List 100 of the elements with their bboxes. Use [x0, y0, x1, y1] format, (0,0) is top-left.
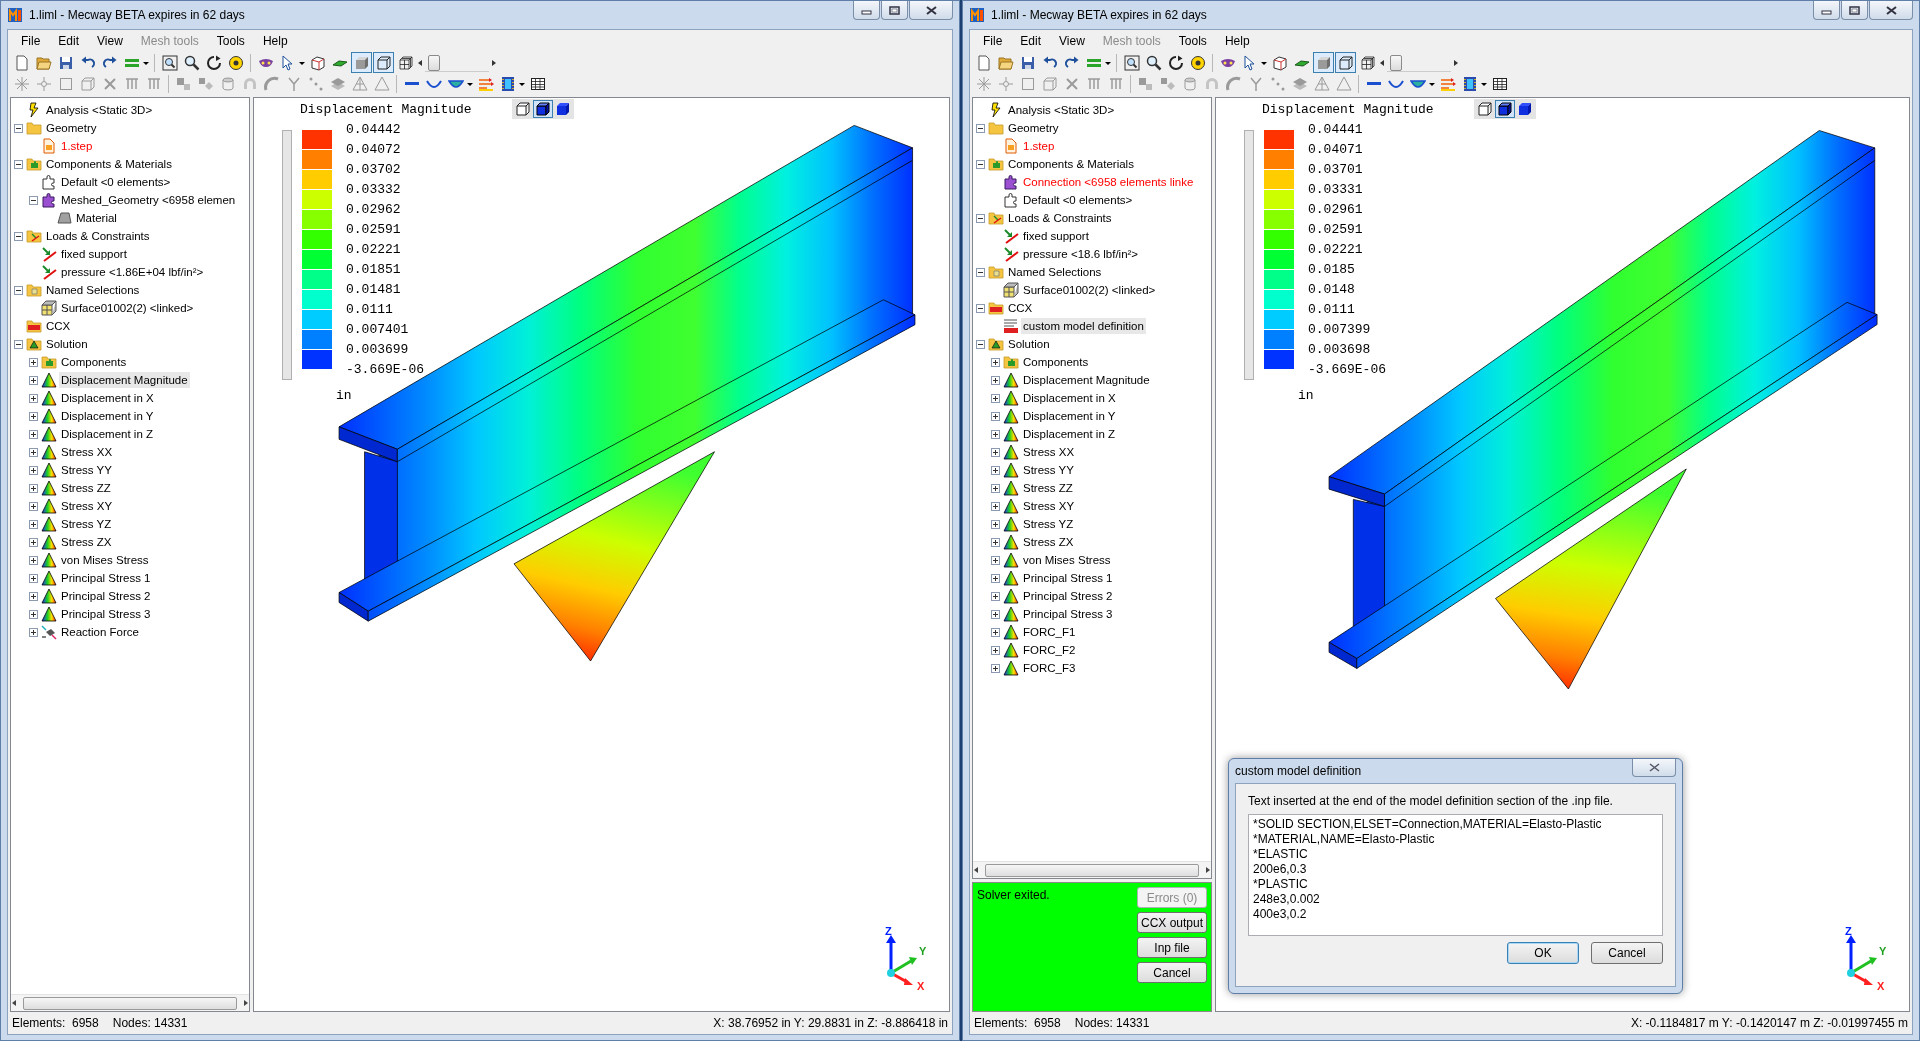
- tree-item[interactable]: Components: [1021, 354, 1091, 370]
- expand-icon[interactable]: [29, 465, 38, 475]
- tree-item[interactable]: fixed support: [59, 246, 129, 262]
- menu-item[interactable]: File: [974, 31, 1012, 51]
- expand-icon[interactable]: [991, 663, 1000, 673]
- expand-icon[interactable]: [991, 573, 1000, 583]
- menu-item[interactable]: Tools: [207, 31, 254, 51]
- expand-icon[interactable]: [991, 375, 1000, 385]
- tree-item[interactable]: Stress YY: [59, 462, 114, 478]
- expand-icon[interactable]: [29, 411, 38, 421]
- tree-item[interactable]: pressure <18.6 lbf/in²>: [1021, 246, 1141, 262]
- view-style-button[interactable]: [1495, 100, 1515, 118]
- expand-icon[interactable]: [991, 609, 1000, 619]
- tree-item[interactable]: FORC_F1: [1021, 624, 1078, 640]
- tree-item[interactable]: Displacement in Z: [1021, 426, 1118, 442]
- tree-item[interactable]: Components: [59, 354, 129, 370]
- tree-item[interactable]: pressure <1.86E+04 lbf/in²>: [59, 264, 206, 280]
- expand-icon[interactable]: [991, 519, 1000, 529]
- mesh-cube-icon[interactable]: [397, 54, 414, 71]
- view-style-button[interactable]: [1475, 100, 1495, 118]
- tree-item[interactable]: FORC_F2: [1021, 642, 1078, 658]
- horizontal-scrollbar[interactable]: [973, 861, 1211, 878]
- collapse-icon[interactable]: [14, 231, 23, 241]
- text-area[interactable]: *SOLID SECTION,ELSET=Connection,MATERIAL=Elasto-Plastic *MATERIAL,NAME=Elasto-Plastic *ELASTIC 200e6,0.3 *PLASTIC 248e3,0.002 400e3,0.2: [1248, 814, 1663, 936]
- tree-item[interactable]: von Mises Stress: [1021, 552, 1113, 568]
- tree-item[interactable]: Principal Stress 2: [1021, 588, 1115, 604]
- tree-item[interactable]: Default <0 elements>: [1021, 192, 1135, 208]
- collapse-icon[interactable]: [14, 339, 23, 349]
- tree-item[interactable]: 1.step: [59, 138, 95, 154]
- wireframe-view-button[interactable]: [1335, 52, 1356, 73]
- tree-item[interactable]: Loads & Constraints: [44, 228, 152, 244]
- menu-item[interactable]: Edit: [49, 31, 89, 51]
- slider-thumb[interactable]: [428, 54, 441, 71]
- tree-item[interactable]: Principal Stress 2: [59, 588, 153, 604]
- slider-thumb[interactable]: [1390, 54, 1403, 71]
- expand-icon[interactable]: [29, 609, 38, 619]
- tree-item[interactable]: CCX: [44, 318, 73, 334]
- menu-item[interactable]: Edit: [1011, 31, 1051, 51]
- expand-icon[interactable]: [29, 519, 38, 529]
- tree-item[interactable]: Solution: [1006, 336, 1052, 352]
- expand-icon[interactable]: [991, 627, 1000, 637]
- expand-icon[interactable]: [991, 357, 1000, 367]
- menu-item[interactable]: Help: [253, 31, 297, 51]
- solver-button[interactable]: Inp file: [1137, 937, 1207, 958]
- expand-icon[interactable]: [29, 483, 38, 493]
- expand-icon[interactable]: [29, 375, 38, 385]
- minimize-button[interactable]: [853, 1, 880, 20]
- collapse-icon[interactable]: [976, 213, 985, 223]
- table-icon[interactable]: [529, 75, 546, 92]
- tree-item[interactable]: Meshed_Geometry <6958 elemen: [59, 192, 238, 208]
- film-icon[interactable]: [499, 75, 516, 92]
- tree-item[interactable]: Stress YZ: [59, 516, 114, 532]
- expand-icon[interactable]: [991, 537, 1000, 547]
- tree-item[interactable]: Surface01002(2) <linked>: [59, 300, 196, 316]
- shaded-view-button[interactable]: [1313, 52, 1334, 73]
- expand-icon[interactable]: [29, 429, 38, 439]
- tree-item[interactable]: Principal Stress 3: [59, 606, 153, 622]
- tree-item[interactable]: Displacement in X: [1021, 390, 1118, 406]
- node-burst-icon[interactable]: [997, 75, 1014, 92]
- expand-icon[interactable]: [29, 627, 38, 637]
- tree-item[interactable]: Named Selections: [1006, 264, 1104, 280]
- horizontal-scrollbar[interactable]: [11, 994, 249, 1011]
- close-button[interactable]: [909, 1, 953, 20]
- tree-item[interactable]: Named Selections: [44, 282, 142, 298]
- dialog-button[interactable]: Cancel: [1591, 942, 1663, 964]
- close-button[interactable]: [1632, 759, 1676, 777]
- dots-icon[interactable]: [1269, 75, 1286, 92]
- collapse-icon[interactable]: [976, 159, 985, 169]
- collapse-icon[interactable]: [29, 195, 38, 205]
- undo-icon[interactable]: [79, 54, 96, 71]
- expand-icon[interactable]: [29, 555, 38, 565]
- save-icon[interactable]: [57, 54, 74, 71]
- magnifier-icon[interactable]: [183, 54, 200, 71]
- collapse-icon[interactable]: [14, 159, 23, 169]
- expand-icon[interactable]: [991, 465, 1000, 475]
- tree-item[interactable]: Loads & Constraints: [1006, 210, 1114, 226]
- tree-item[interactable]: Displacement in Y: [1021, 408, 1118, 424]
- tree-item[interactable]: Stress YY: [1021, 462, 1076, 478]
- tree-item[interactable]: von Mises Stress: [59, 552, 151, 568]
- expand-icon[interactable]: [29, 573, 38, 583]
- redo-icon[interactable]: [1063, 54, 1080, 71]
- collapse-icon[interactable]: [976, 123, 985, 133]
- tree-item[interactable]: Principal Stress 1: [59, 570, 153, 586]
- tree-item[interactable]: Stress XY: [1021, 498, 1077, 514]
- tree-item[interactable]: Stress XX: [1021, 444, 1077, 460]
- tree-item[interactable]: Components & Materials: [1006, 156, 1136, 172]
- tree-item[interactable]: Analysis <Static 3D>: [1006, 102, 1117, 118]
- menu-item[interactable]: View: [88, 31, 132, 51]
- expand-icon[interactable]: [991, 483, 1000, 493]
- collapse-icon[interactable]: [14, 285, 23, 295]
- tree-item[interactable]: Connection <6958 elements linke: [1021, 174, 1196, 190]
- expand-icon[interactable]: [991, 501, 1000, 511]
- tree-item[interactable]: FORC_F3: [1021, 660, 1078, 676]
- tree-item[interactable]: Geometry: [1006, 120, 1061, 136]
- save-icon[interactable]: [1019, 54, 1036, 71]
- tree-item[interactable]: Principal Stress 3: [1021, 606, 1115, 622]
- view-style-button[interactable]: [513, 100, 533, 118]
- table-icon[interactable]: [1491, 75, 1508, 92]
- tree-item[interactable]: custom model definition: [1021, 318, 1146, 334]
- tree-item[interactable]: Default <0 elements>: [59, 174, 173, 190]
